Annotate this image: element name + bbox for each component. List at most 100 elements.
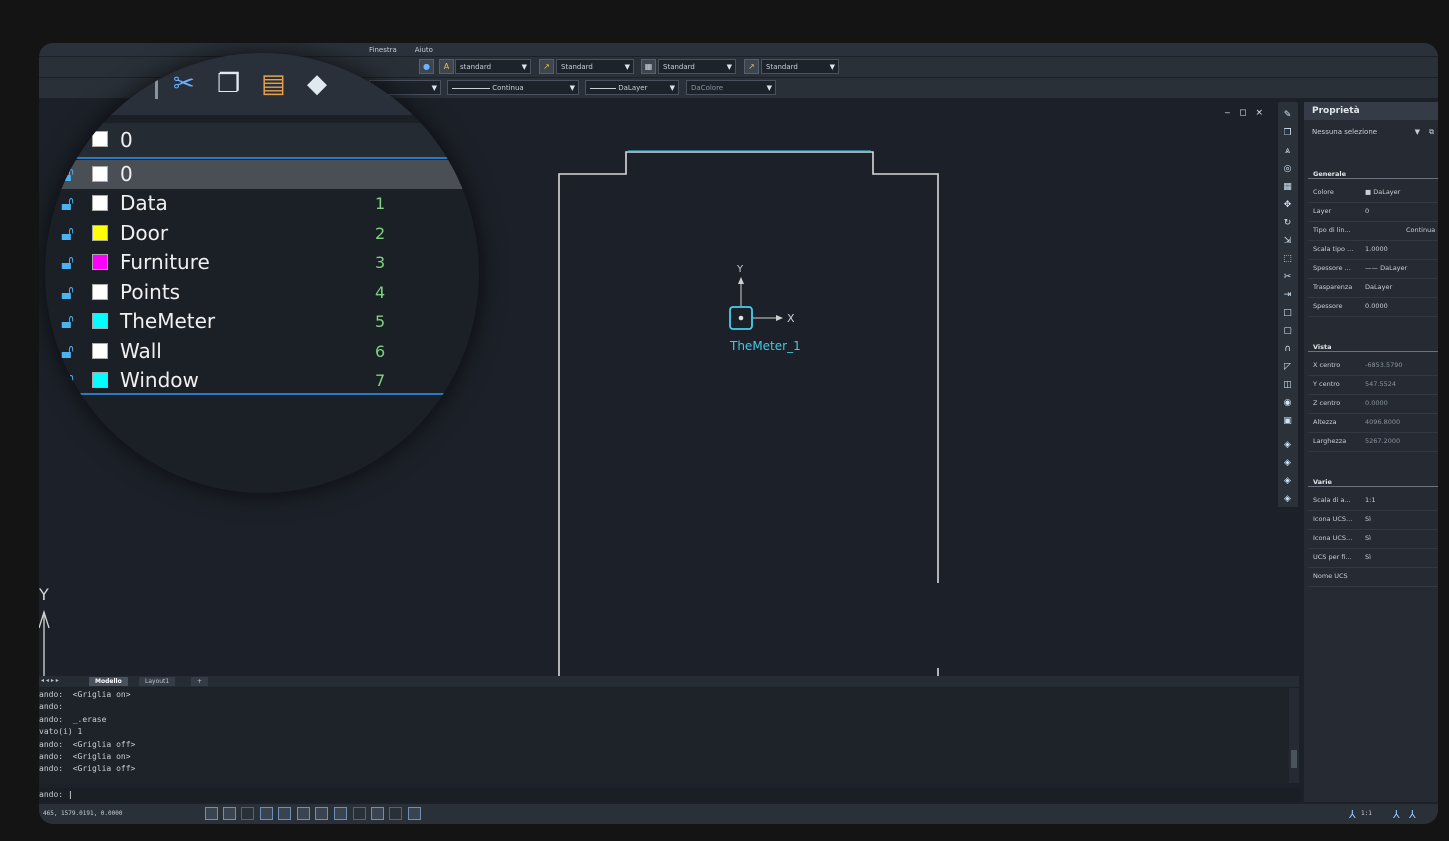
annotation-scale[interactable]: 1:1 <box>1361 810 1372 817</box>
dim-style-value: Standard <box>561 63 593 71</box>
join-icon[interactable]: ▢ <box>1282 326 1293 337</box>
fillet-icon[interactable]: ∩ <box>1282 344 1293 355</box>
chamfer-icon[interactable]: ◸ <box>1282 362 1293 373</box>
extend-icon[interactable]: ⇥ <box>1282 290 1293 301</box>
tab-layout1[interactable]: Layout1 <box>139 677 176 686</box>
tab-modello[interactable]: Modello <box>89 677 128 686</box>
themeter-block[interactable]: Y X TheMeter_1 <box>729 264 801 353</box>
dim-style-select[interactable]: Standard ▼ <box>556 59 634 74</box>
layer-tool-3-icon[interactable]: ◈ <box>1282 476 1293 487</box>
paste-icon[interactable]: ▤ <box>261 69 286 99</box>
prop-row[interactable]: Nome UCS <box>1308 567 1438 587</box>
prop-row[interactable]: Scala tipo ... 1.0000 <box>1308 240 1438 260</box>
osnap-toggle[interactable] <box>278 807 291 820</box>
unlock-icon[interactable]: 🔓︎ <box>61 310 81 332</box>
offset-icon[interactable]: ◎ <box>1282 164 1293 175</box>
copy-icon[interactable]: ❐ <box>1282 128 1293 139</box>
3d-osnap-toggle[interactable] <box>297 807 310 820</box>
layer-tool-2-icon[interactable]: ◈ <box>1282 458 1293 469</box>
erase-icon[interactable]: ✎ <box>1282 110 1293 121</box>
layer-tool-4-icon[interactable]: ◈ <box>1282 494 1293 505</box>
prop-row[interactable]: UCS per fi... Sì <box>1308 548 1438 568</box>
unlock-icon[interactable]: 🔓︎ <box>61 163 81 185</box>
prop-row[interactable]: Spessore 0.0000 <box>1308 297 1438 317</box>
unlock-icon[interactable]: 🔓︎ <box>61 369 81 391</box>
unlock-icon[interactable]: 🔓︎ <box>61 192 81 214</box>
annotation-visibility-icon[interactable]: ⅄ <box>1393 808 1400 821</box>
plot-style-select[interactable]: DaColore ▼ <box>686 80 776 95</box>
prop-row[interactable]: Icona UCS... Sì <box>1308 529 1438 549</box>
qp-toggle[interactable] <box>389 807 402 820</box>
layer-row-furniture[interactable]: 🔓︎ Furniture 3 <box>45 248 479 277</box>
tpy-toggle[interactable] <box>371 807 384 820</box>
quick-select-icon[interactable]: ⧉ <box>1429 125 1434 139</box>
ducs-toggle[interactable] <box>334 807 347 820</box>
prop-row[interactable]: Trasparenza DaLayer <box>1308 278 1438 298</box>
otrack-toggle[interactable] <box>315 807 328 820</box>
layer-row-window[interactable]: 🔓︎ Window 7 <box>45 366 479 395</box>
unlock-icon[interactable]: 🔓︎ <box>61 281 81 303</box>
grid-toggle[interactable] <box>223 807 236 820</box>
prop-row[interactable]: Colore ■ DaLayer <box>1308 183 1438 203</box>
auto-scale-icon[interactable]: ⅄ <box>1409 808 1416 821</box>
prop-row[interactable]: Scala di a... 1:1 <box>1308 491 1438 511</box>
layer-row-door[interactable]: 🔓︎ Door 2 <box>45 219 479 248</box>
polar-toggle[interactable] <box>260 807 273 820</box>
prop-row[interactable]: Larghezza 5267.2000 <box>1308 432 1438 452</box>
scale-icon[interactable]: ⇲ <box>1282 236 1293 247</box>
unlock-icon[interactable]: 🔓︎ <box>61 340 81 362</box>
prop-row[interactable]: Spessore ... —— DaLayer <box>1308 259 1438 279</box>
prop-value: 0.0000 <box>1365 302 1388 310</box>
ortho-toggle[interactable] <box>241 807 254 820</box>
layer-row-0[interactable]: 🔓︎ 0 <box>45 160 479 189</box>
tab-add[interactable]: + <box>191 677 209 686</box>
unlock-icon[interactable]: 🔓︎ <box>61 222 81 244</box>
command-input[interactable]: ando: | <box>39 788 1301 802</box>
scrollbar-thumb[interactable] <box>1291 750 1297 768</box>
break-icon[interactable]: □ <box>1282 308 1293 319</box>
import-icon[interactable]: ⇪ <box>117 69 139 99</box>
explode-icon[interactable]: ◫ <box>1282 380 1293 391</box>
prop-row[interactable]: X centro -6853.5790 <box>1308 356 1438 376</box>
layer-row-themeter[interactable]: 🔓︎ TheMeter 5 <box>45 307 479 336</box>
lineweight-select[interactable]: DaLayer ▼ <box>585 80 679 95</box>
rotate-icon[interactable]: ↻ <box>1282 218 1293 229</box>
lineweight-toggle[interactable] <box>353 807 366 820</box>
snap-toggle[interactable] <box>205 807 218 820</box>
prop-key: Icona UCS... <box>1313 515 1353 523</box>
dim-style-icon: ↗ <box>539 59 554 74</box>
array-icon[interactable]: ▦ <box>1282 182 1293 193</box>
prop-row[interactable]: Y centro 547.5524 <box>1308 375 1438 395</box>
prop-row[interactable]: Tipo di lin... Continua <box>1308 221 1438 241</box>
mirror-icon[interactable]: ⩓ <box>1282 146 1293 157</box>
match-properties-icon[interactable]: ◆ <box>307 69 327 99</box>
layer-tool-icon[interactable]: ◈ <box>1282 440 1293 451</box>
annotation-icon[interactable]: ⅄ <box>1349 808 1356 821</box>
prop-row[interactable]: Altezza 4096.8000 <box>1308 413 1438 433</box>
edit-polyline-icon[interactable]: ◉ <box>1282 398 1293 409</box>
current-layer-dropdown[interactable]: 0 <box>45 123 479 159</box>
section-vista[interactable]: Vista <box>1308 342 1438 352</box>
stretch-icon[interactable]: ⬚ <box>1282 254 1293 265</box>
prop-row[interactable]: Icona UCS... Sì <box>1308 510 1438 530</box>
move-icon[interactable]: ✥ <box>1282 200 1293 211</box>
unlock-icon[interactable]: 🔓︎ <box>61 251 81 273</box>
table-style-select[interactable]: Standard ▼ <box>658 59 736 74</box>
layer-row-data[interactable]: 🔓︎ Data 1 <box>45 189 479 218</box>
layer-row-points[interactable]: 🔓︎ Points 4 <box>45 278 479 307</box>
cut-icon[interactable]: ✂ <box>173 69 195 99</box>
section-varie[interactable]: Varie <box>1308 477 1438 487</box>
selection-cycling-toggle[interactable] <box>408 807 421 820</box>
command-scrollbar[interactable] <box>1289 688 1299 783</box>
tab-nav-arrows[interactable]: ◂ ◂ ▸ ▸ <box>41 677 59 684</box>
trim-icon[interactable]: ✂ <box>1282 272 1293 283</box>
mleader-style-select[interactable]: Standard ▼ <box>761 59 839 74</box>
wall-outline[interactable] <box>558 151 939 676</box>
properties-icon[interactable]: ▣ <box>1282 416 1293 427</box>
selection-dropdown[interactable]: Nessuna selezione ▼ ⧉ <box>1307 125 1438 139</box>
prop-row[interactable]: Z centro 0.0000 <box>1308 394 1438 414</box>
section-generale[interactable]: Generale <box>1308 169 1438 179</box>
prop-row[interactable]: Layer 0 <box>1308 202 1438 222</box>
copy-icon[interactable]: ❐ <box>217 69 240 99</box>
layer-row-wall[interactable]: 🔓︎ Wall 6 <box>45 337 479 366</box>
